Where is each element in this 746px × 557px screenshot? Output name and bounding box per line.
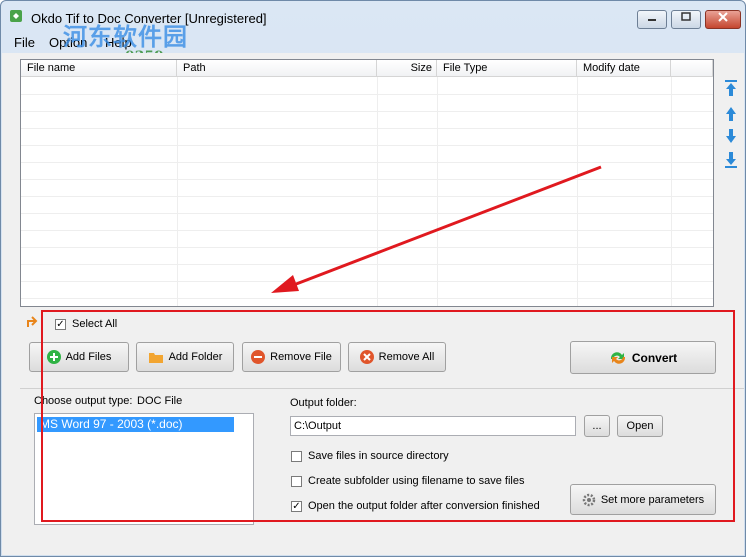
annotation-arrow [271, 165, 602, 293]
app-window: Okdo Tif to Doc Converter [Unregistered]… [0, 0, 746, 557]
